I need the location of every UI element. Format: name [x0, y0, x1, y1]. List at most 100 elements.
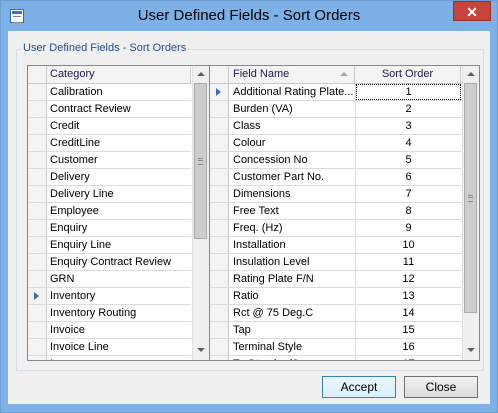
scroll-down-icon[interactable] — [193, 342, 209, 358]
table-row[interactable]: Ratio 13 — [210, 288, 461, 305]
row-header[interactable] — [28, 186, 47, 202]
sort-order-cell[interactable]: 11 — [356, 254, 461, 270]
category-cell[interactable]: Issue — [50, 356, 190, 360]
field-grid-scrollbar[interactable] — [462, 66, 479, 360]
sort-order-cell[interactable]: 7 — [356, 186, 461, 202]
row-header[interactable] — [210, 135, 229, 151]
table-row[interactable]: Invoice Line — [28, 339, 191, 356]
row-header[interactable] — [28, 322, 47, 338]
row-header[interactable] — [28, 288, 47, 304]
field-name-cell[interactable]: Rct @ 75 Deg.C — [233, 305, 354, 321]
sort-order-cell[interactable]: 17 — [356, 356, 461, 360]
table-row[interactable]: Concession No 5 — [210, 152, 461, 169]
category-column-header[interactable]: Category — [47, 66, 191, 83]
sort-order-cell[interactable]: 2 — [356, 101, 461, 117]
row-header[interactable] — [28, 203, 47, 219]
sort-order-cell[interactable]: 8 — [356, 203, 461, 219]
table-row[interactable]: Freq. (Hz) 9 — [210, 220, 461, 237]
row-header[interactable] — [28, 101, 47, 117]
table-row[interactable]: Enquiry Line — [28, 237, 191, 254]
row-header[interactable] — [210, 84, 229, 100]
scroll-up-icon[interactable] — [193, 66, 209, 82]
row-header[interactable] — [28, 152, 47, 168]
category-cell[interactable]: Enquiry Line — [50, 237, 190, 253]
table-row[interactable]: Employee — [28, 203, 191, 220]
sort-order-cell[interactable]: 10 — [356, 237, 461, 253]
table-row[interactable]: Customer — [28, 152, 191, 169]
row-header[interactable] — [28, 339, 47, 355]
row-header[interactable] — [210, 186, 229, 202]
row-header[interactable] — [28, 220, 47, 236]
scroll-down-icon[interactable] — [463, 342, 479, 358]
row-header[interactable] — [210, 152, 229, 168]
sort-order-cell[interactable]: 4 — [356, 135, 461, 151]
scroll-up-icon[interactable] — [463, 66, 479, 82]
close-button[interactable]: Close — [404, 376, 478, 398]
category-cell[interactable]: Enquiry Contract Review — [50, 254, 190, 270]
field-name-cell[interactable]: Concession No — [233, 152, 354, 168]
category-cell[interactable]: Delivery — [50, 169, 190, 185]
field-name-cell[interactable]: Free Text — [233, 203, 354, 219]
table-row[interactable]: Additional Rating Plate... 1 — [210, 84, 461, 101]
category-cell[interactable]: Inventory Routing — [50, 305, 190, 321]
row-header[interactable] — [28, 169, 47, 185]
sort-order-cell[interactable]: 13 — [356, 288, 461, 304]
field-name-cell[interactable]: Customer Part No. — [233, 169, 354, 185]
field-name-cell[interactable]: Burden (VA) — [233, 101, 354, 117]
category-cell[interactable]: CreditLine — [50, 135, 190, 151]
category-cell[interactable]: Invoice Line — [50, 339, 190, 355]
sort-order-cell[interactable]: 1 — [356, 84, 461, 100]
row-header[interactable] — [210, 322, 229, 338]
category-grid-scrollbar[interactable] — [192, 66, 209, 360]
table-row[interactable]: Delivery Line — [28, 186, 191, 203]
field-name-cell[interactable]: Dimensions — [233, 186, 354, 202]
row-header[interactable] — [28, 305, 47, 321]
row-header[interactable] — [28, 254, 47, 270]
sort-order-cell[interactable]: 12 — [356, 271, 461, 287]
table-row[interactable]: Credit — [28, 118, 191, 135]
row-header[interactable] — [28, 237, 47, 253]
field-name-cell[interactable]: Ratio — [233, 288, 354, 304]
category-cell[interactable]: Delivery Line — [50, 186, 190, 202]
table-row[interactable]: Terminal Style 16 — [210, 339, 461, 356]
row-header[interactable] — [210, 169, 229, 185]
table-row[interactable]: CreditLine — [28, 135, 191, 152]
sort-order-cell[interactable]: 14 — [356, 305, 461, 321]
table-row[interactable]: Enquiry — [28, 220, 191, 237]
row-header[interactable] — [210, 271, 229, 287]
field-sort-order-grid[interactable]: Field Name Sort Order Additional Rating … — [209, 65, 480, 361]
table-row[interactable]: GRN — [28, 271, 191, 288]
row-header[interactable] — [210, 203, 229, 219]
field-name-cell[interactable]: Colour — [233, 135, 354, 151]
category-cell[interactable]: Contract Review — [50, 101, 190, 117]
category-cell[interactable]: Employee — [50, 203, 190, 219]
row-header[interactable] — [28, 135, 47, 151]
table-row[interactable]: Inventory — [28, 288, 191, 305]
table-row[interactable]: Burden (VA) 2 — [210, 101, 461, 118]
row-header[interactable] — [210, 118, 229, 134]
sort-order-cell[interactable]: 16 — [356, 339, 461, 355]
row-header[interactable] — [210, 356, 229, 360]
category-cell[interactable]: Customer — [50, 152, 190, 168]
category-cell[interactable]: Enquiry — [50, 220, 190, 236]
table-row[interactable]: Inventory Routing — [28, 305, 191, 322]
field-name-column-header[interactable]: Field Name — [229, 66, 355, 83]
category-grid[interactable]: Category Calibration Contract Review Credi… — [27, 65, 210, 361]
row-header[interactable] — [210, 101, 229, 117]
scroll-thumb[interactable] — [464, 83, 477, 313]
row-header[interactable] — [28, 356, 47, 360]
row-header[interactable] — [210, 237, 229, 253]
row-header[interactable] — [210, 220, 229, 236]
table-row[interactable]: Delivery — [28, 169, 191, 186]
field-name-cell[interactable]: To Standard? — [233, 356, 354, 360]
sort-order-cell[interactable]: 3 — [356, 118, 461, 134]
row-header[interactable] — [210, 305, 229, 321]
table-row[interactable]: Insulation Level 11 — [210, 254, 461, 271]
sort-order-cell[interactable]: 15 — [356, 322, 461, 338]
table-row[interactable]: Issue — [28, 356, 191, 360]
table-row[interactable]: Rct @ 75 Deg.C 14 — [210, 305, 461, 322]
table-row[interactable]: Calibration — [28, 84, 191, 101]
field-name-cell[interactable]: Terminal Style — [233, 339, 354, 355]
table-row[interactable]: Contract Review — [28, 101, 191, 118]
accept-button[interactable]: Accept — [322, 376, 396, 398]
